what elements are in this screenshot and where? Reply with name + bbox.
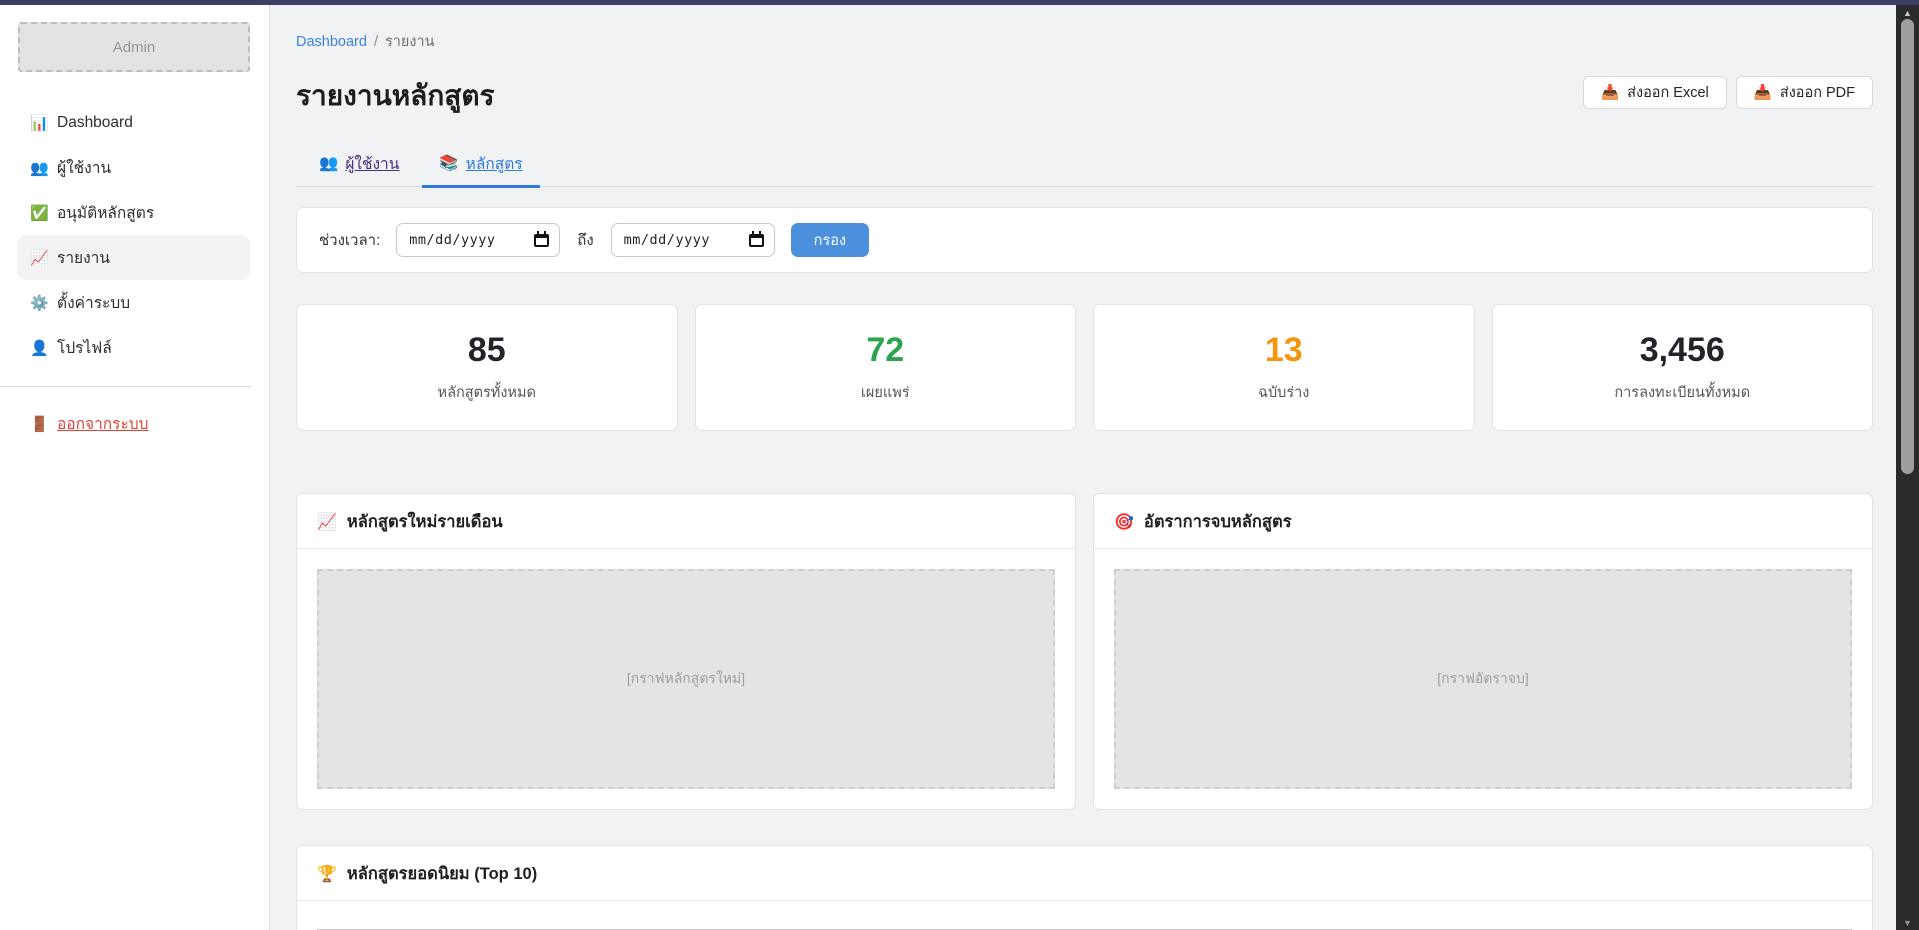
sidebar-item-users[interactable]: 👥 ผู้ใช้งาน — [17, 145, 250, 190]
stat-value: 72 — [866, 331, 904, 370]
users-icon: 👥 — [319, 154, 338, 173]
export-pdf-label: ส่งออก PDF — [1780, 81, 1855, 104]
profile-icon: 👤 — [30, 339, 57, 357]
tab-bar: 👥 ผู้ใช้งาน 📚 หลักสูตร — [296, 145, 1873, 187]
sidebar-menu: 📊 Dashboard 👥 ผู้ใช้งาน ✅ อนุมัติหลักสูต… — [0, 100, 269, 370]
sidebar-divider — [0, 386, 251, 387]
stat-card-total-courses: 85 หลักสูตรทั้งหมด — [296, 304, 678, 431]
stat-label: การลงทะเบียนทั้งหมด — [1614, 381, 1750, 404]
breadcrumb-separator: / — [374, 34, 378, 50]
chart-card-new-courses: 📈 หลักสูตรใหม่รายเดือน [กราฟหลักสูตรใหม่… — [296, 493, 1076, 810]
sidebar-item-settings[interactable]: ⚙️ ตั้งค่าระบบ — [17, 280, 250, 325]
breadcrumb: Dashboard / รายงาน — [296, 30, 1873, 53]
stat-value: 13 — [1265, 331, 1303, 370]
export-excel-label: ส่งออก Excel — [1627, 81, 1709, 104]
stat-label: เผยแพร่ — [861, 381, 910, 404]
stat-label: หลักสูตรทั้งหมด — [438, 381, 536, 404]
filter-card: ช่วงเวลา: mm/dd/yyyy ถึง mm/dd/yyyy กรอง — [296, 207, 1873, 273]
filter-button[interactable]: กรอง — [791, 223, 869, 257]
chart-card-header: 🎯 อัตราการจบหลักสูตร — [1094, 494, 1872, 549]
chart-card-completion-rate: 🎯 อัตราการจบหลักสูตร [กราฟอัตราจบ] — [1093, 493, 1873, 810]
sidebar-item-dashboard[interactable]: 📊 Dashboard — [17, 100, 250, 145]
sidebar: Admin 📊 Dashboard 👥 ผู้ใช้งาน ✅ อนุมัติห… — [0, 5, 270, 930]
stat-card-drafts: 13 ฉบับร่าง — [1093, 304, 1475, 431]
page-title: รายงานหลักสูตร — [296, 74, 1583, 118]
date-to-label: ถึง — [577, 228, 593, 252]
stats-row: 85 หลักสูตรทั้งหมด 72 เผยแพร่ 13 ฉบับร่า… — [296, 304, 1873, 431]
tab-users-label: ผู้ใช้งาน — [345, 151, 399, 176]
chart-up-icon: 📈 — [30, 249, 57, 267]
chart-title: หลักสูตรใหม่รายเดือน — [347, 509, 503, 535]
chart-card-header: 📈 หลักสูตรใหม่รายเดือน — [297, 494, 1075, 549]
date-to-input[interactable]: mm/dd/yyyy — [611, 223, 775, 257]
stat-value: 3,456 — [1640, 331, 1725, 370]
sidebar-item-label: ผู้ใช้งาน — [57, 155, 111, 180]
charts-row: 📈 หลักสูตรใหม่รายเดือน [กราฟหลักสูตรใหม่… — [296, 493, 1873, 810]
tab-users[interactable]: 👥 ผู้ใช้งาน — [302, 145, 416, 188]
placeholder-text: [กราฟหลักสูตรใหม่] — [627, 668, 745, 690]
users-icon: 👥 — [30, 159, 57, 177]
scrollbar-thumb[interactable] — [1901, 19, 1914, 474]
date-from-value: mm/dd/yyyy — [409, 232, 495, 248]
stat-card-total-enrollments: 3,456 การลงทะเบียนทั้งหมด — [1492, 304, 1874, 431]
sidebar-item-label: อนุมัติหลักสูตร — [57, 200, 154, 225]
sidebar-item-label: ตั้งค่าระบบ — [57, 290, 130, 315]
download-icon: 📥 — [1601, 84, 1619, 101]
sidebar-item-label: โปรไฟล์ — [57, 335, 112, 360]
download-icon: 📥 — [1754, 84, 1772, 101]
check-icon: ✅ — [30, 204, 57, 222]
date-from-input[interactable]: mm/dd/yyyy — [396, 223, 560, 257]
calendar-icon[interactable] — [749, 234, 764, 247]
top-courses-card: 🏆 หลักสูตรยอดนิยม (Top 10) — [296, 845, 1873, 930]
tab-courses[interactable]: 📚 หลักสูตร — [422, 145, 539, 188]
completion-rate-chart-placeholder: [กราฟอัตราจบ] — [1114, 569, 1852, 789]
books-icon: 📚 — [439, 154, 458, 173]
sidebar-item-label: Dashboard — [57, 114, 133, 132]
date-range-label: ช่วงเวลา: — [319, 228, 380, 252]
export-buttons: 📥 ส่งออก Excel 📥 ส่งออก PDF — [1583, 74, 1873, 109]
door-icon: 🚪 — [30, 415, 57, 433]
new-courses-chart-placeholder: [กราฟหลักสูตรใหม่] — [317, 569, 1055, 789]
logout-label: ออกจากระบบ — [57, 411, 149, 436]
stat-card-published: 72 เผยแพร่ — [695, 304, 1077, 431]
admin-logo-text: Admin — [113, 39, 156, 56]
sidebar-item-approve-courses[interactable]: ✅ อนุมัติหลักสูตร — [17, 190, 250, 235]
admin-logo-placeholder: Admin — [18, 22, 250, 72]
window-top-strip — [0, 0, 1919, 5]
target-icon: 🎯 — [1114, 512, 1134, 532]
main-content: Dashboard / รายงาน รายงานหลักสูตร 📥 ส่งออก… — [270, 5, 1896, 930]
scrollbar-down-arrow[interactable]: ▼ — [1896, 918, 1919, 928]
stat-value: 85 — [468, 331, 506, 370]
breadcrumb-current: รายงาน — [385, 34, 435, 50]
export-pdf-button[interactable]: 📥 ส่งออก PDF — [1736, 76, 1873, 109]
sidebar-item-profile[interactable]: 👤 โปรไฟล์ — [17, 325, 250, 370]
chart-title: อัตราการจบหลักสูตร — [1144, 509, 1292, 535]
breadcrumb-dashboard-link[interactable]: Dashboard — [296, 34, 367, 50]
tab-courses-label: หลักสูตร — [466, 151, 523, 176]
chart-up-icon: 📈 — [317, 512, 337, 532]
vertical-scrollbar[interactable]: ▲ ▼ — [1896, 5, 1919, 930]
page-header-row: รายงานหลักสูตร 📥 ส่งออก Excel 📥 ส่งออก P… — [296, 74, 1873, 118]
app-layout: Admin 📊 Dashboard 👥 ผู้ใช้งาน ✅ อนุมัติห… — [0, 5, 1919, 930]
scrollbar-up-arrow[interactable]: ▲ — [1896, 8, 1919, 18]
sidebar-item-label: รายงาน — [57, 245, 110, 270]
gear-icon: ⚙️ — [30, 294, 57, 312]
sidebar-item-reports[interactable]: 📈 รายงาน — [17, 235, 250, 280]
trophy-icon: 🏆 — [317, 864, 337, 884]
logout-link[interactable]: 🚪 ออกจากระบบ — [0, 411, 269, 436]
placeholder-text: [กราฟอัตราจบ] — [1437, 668, 1529, 690]
top-courses-header: 🏆 หลักสูตรยอดนิยม (Top 10) — [297, 846, 1872, 901]
top-courses-title: หลักสูตรยอดนิยม (Top 10) — [347, 861, 537, 887]
stat-label: ฉบับร่าง — [1258, 381, 1309, 404]
calendar-icon[interactable] — [534, 234, 549, 247]
bar-chart-icon: 📊 — [30, 114, 57, 132]
export-excel-button[interactable]: 📥 ส่งออก Excel — [1583, 76, 1727, 109]
date-to-value: mm/dd/yyyy — [624, 232, 710, 248]
